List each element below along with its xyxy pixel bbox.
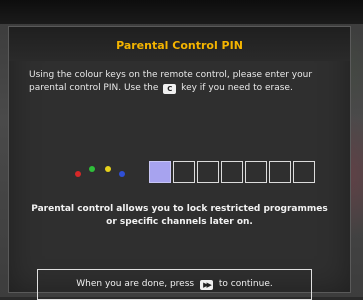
pin-digit-box[interactable] [149, 161, 171, 183]
continue-hint-text: When you are done, press ▶▶ to continue. [38, 279, 311, 290]
red-key-icon [75, 171, 81, 177]
green-key-icon [89, 166, 95, 172]
pin-digit-box[interactable] [197, 161, 219, 183]
parental-control-dialog: Parental Control PIN Using the colour ke… [8, 26, 351, 300]
continue-hint: When you are done, press ▶▶ to continue. [37, 269, 312, 300]
pin-digit-box[interactable] [221, 161, 243, 183]
fast-forward-icon: ▶▶ [199, 280, 213, 290]
pin-digit-box[interactable] [245, 161, 267, 183]
dialog-title: Parental Control PIN [116, 39, 243, 52]
blue-key-icon [119, 171, 125, 177]
instructions-part-2: key if you need to erase. [181, 83, 293, 93]
tv-screen: Parental Control PIN Using the colour ke… [0, 0, 363, 300]
colour-keys [75, 165, 133, 179]
top-bar [0, 0, 363, 24]
continue-hint-before: When you are done, press [76, 279, 195, 289]
pin-digit-box[interactable] [173, 161, 195, 183]
instructions-text: Using the colour keys on the remote cont… [29, 69, 339, 95]
pin-digit-box[interactable] [269, 161, 291, 183]
parental-control-note: Parental control allows you to lock rest… [31, 204, 328, 227]
continue-hint-after: to continue. [218, 279, 273, 289]
yellow-key-icon [105, 166, 111, 172]
dialog-title-bar: Parental Control PIN [9, 27, 350, 61]
pin-digit-box[interactable] [293, 161, 315, 183]
clear-key-icon: C [163, 84, 177, 94]
